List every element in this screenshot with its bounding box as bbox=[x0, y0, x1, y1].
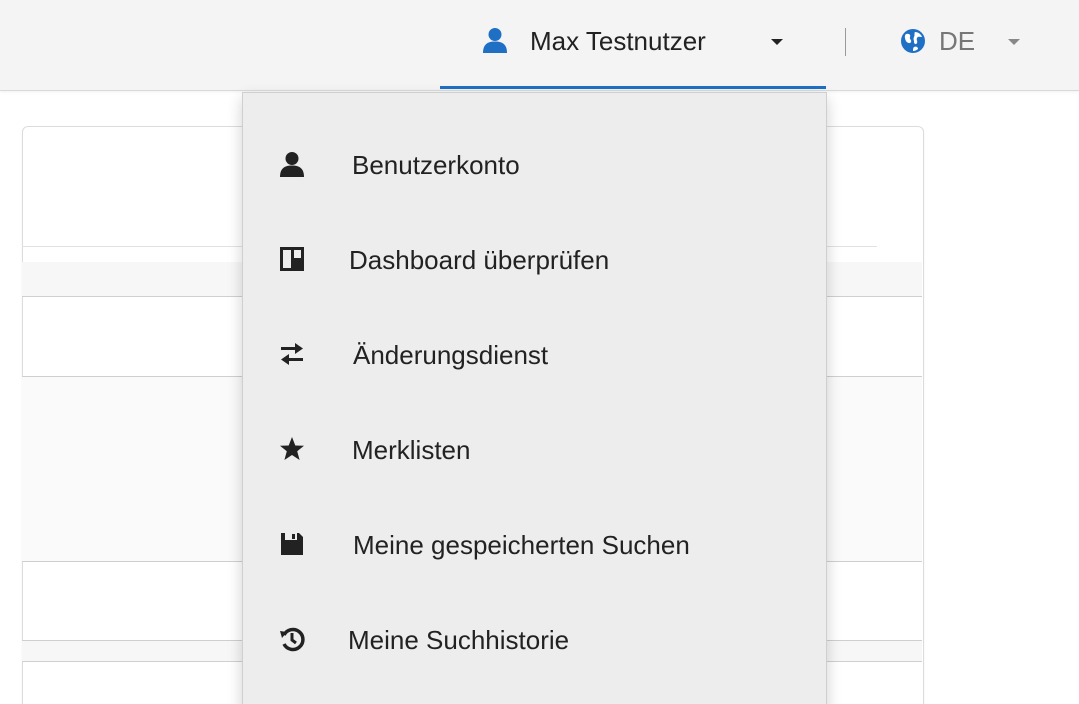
user-name: Max Testnutzer bbox=[530, 26, 706, 56]
menu-item-gespeicherte-suchen[interactable]: Meine gespeicherten Suchen bbox=[243, 498, 826, 592]
menu-item-aenderungsdienst[interactable]: Änderungsdienst bbox=[243, 308, 826, 402]
user-icon bbox=[280, 152, 304, 177]
menu-item-label: Benutzerkonto bbox=[352, 150, 520, 180]
chevron-down-icon bbox=[771, 39, 783, 45]
page: Max Testnutzer DE Benutzerkonto Dashboar… bbox=[0, 0, 1079, 704]
language-label: DE bbox=[939, 26, 976, 56]
menu-item-label: Meine Suchhistorie bbox=[348, 625, 570, 655]
menu-item-label: Meine gespeicherten Suchen bbox=[353, 530, 690, 560]
dashboard-icon bbox=[280, 247, 304, 271]
history-icon bbox=[280, 627, 305, 652]
user-dropdown-menu: Benutzerkonto Dashboard überprüfen Änder… bbox=[242, 92, 827, 704]
menu-item-dashboard[interactable]: Dashboard überprüfen bbox=[243, 213, 826, 307]
star-icon bbox=[280, 437, 304, 460]
nav-divider bbox=[845, 28, 846, 56]
menu-item-benutzerkonto[interactable]: Benutzerkonto bbox=[243, 118, 826, 212]
user-icon bbox=[483, 28, 507, 53]
user-menu-toggle[interactable]: Max Testnutzer bbox=[440, 0, 826, 89]
menu-item-merklisten[interactable]: Merklisten bbox=[243, 403, 826, 497]
language-menu-toggle[interactable]: DE bbox=[890, 0, 1040, 88]
menu-item-label: Dashboard überprüfen bbox=[349, 245, 610, 275]
exchange-arrows-icon bbox=[281, 343, 303, 365]
globe-icon bbox=[901, 29, 925, 53]
menu-item-suchhistorie[interactable]: Meine Suchhistorie bbox=[243, 593, 826, 687]
chevron-down-icon bbox=[1008, 39, 1020, 45]
menu-item-label: Änderungsdienst bbox=[353, 340, 549, 370]
top-navbar: Max Testnutzer DE bbox=[0, 0, 1079, 91]
menu-item-label: Merklisten bbox=[352, 435, 471, 465]
floppy-disk-icon bbox=[281, 533, 303, 555]
